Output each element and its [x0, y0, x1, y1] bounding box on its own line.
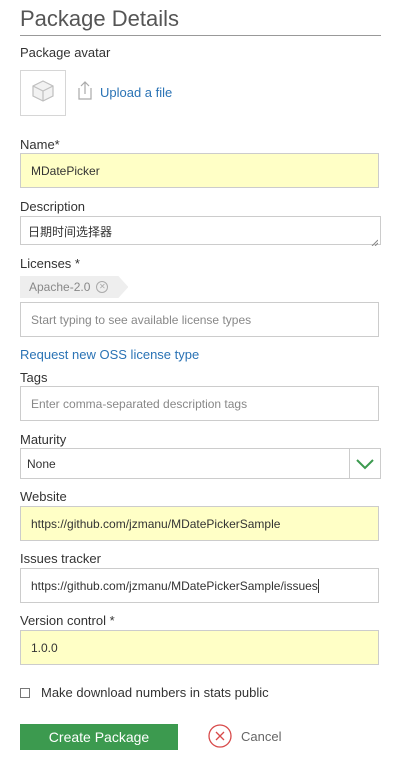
- licenses-input[interactable]: Start typing to see available license ty…: [20, 302, 379, 337]
- remove-tag-icon[interactable]: ✕: [96, 281, 108, 293]
- cancel-button[interactable]: Cancel: [208, 724, 281, 748]
- maturity-label: Maturity: [20, 432, 67, 447]
- upload-icon: [78, 80, 92, 105]
- stats-public-row[interactable]: Make download numbers in stats public: [20, 685, 269, 700]
- version-control-label: Version control *: [20, 613, 115, 628]
- description-textarea[interactable]: 日期时间选择器: [20, 216, 381, 247]
- version-control-value: 1.0.0: [31, 640, 58, 655]
- page-title: Package Details: [20, 6, 179, 31]
- title-divider: [20, 35, 381, 36]
- text-caret: [317, 578, 319, 593]
- box-icon: [30, 78, 56, 109]
- name-label: Name*: [20, 137, 60, 152]
- select-arrow[interactable]: [349, 449, 380, 478]
- tags-placeholder: Enter comma-separated description tags: [31, 396, 248, 411]
- avatar-label: Package avatar: [20, 45, 111, 60]
- website-label: Website: [20, 489, 67, 504]
- cancel-label: Cancel: [241, 728, 282, 744]
- description-label: Description: [20, 199, 86, 214]
- version-control-input[interactable]: 1.0.0: [20, 630, 379, 665]
- avatar-preview: [20, 70, 66, 116]
- tags-input[interactable]: Enter comma-separated description tags: [20, 386, 379, 421]
- license-tag-label: Apache-2.0: [29, 280, 91, 294]
- licenses-label: Licenses *: [20, 256, 80, 271]
- name-value: MDatePicker: [31, 163, 100, 178]
- maturity-select[interactable]: None: [20, 448, 381, 479]
- create-package-button[interactable]: Create Package: [20, 724, 178, 750]
- stats-public-label: Make download numbers in stats public: [41, 685, 269, 700]
- resize-grip-icon[interactable]: [371, 235, 379, 247]
- website-input[interactable]: https://github.com/jzmanu/MDatePickerSam…: [20, 506, 379, 541]
- website-value: https://github.com/jzmanu/MDatePickerSam…: [31, 516, 281, 531]
- chevron-down-icon: [356, 458, 374, 469]
- stats-public-checkbox[interactable]: [20, 687, 30, 698]
- close-circle-icon: [208, 724, 232, 748]
- name-input[interactable]: MDatePicker: [20, 153, 379, 188]
- tags-label: Tags: [20, 370, 48, 385]
- description-value: 日期时间选择器: [28, 225, 113, 239]
- license-tag: Apache-2.0 ✕: [20, 276, 128, 298]
- request-license-link[interactable]: Request new OSS license type: [20, 347, 199, 362]
- upload-file-label: Upload a file: [100, 85, 173, 100]
- maturity-selected-value: None: [27, 456, 56, 471]
- issues-label: Issues tracker: [20, 551, 101, 566]
- licenses-placeholder: Start typing to see available license ty…: [31, 312, 252, 327]
- issues-input[interactable]: https://github.com/jzmanu/MDatePickerSam…: [20, 568, 379, 603]
- issues-value: https://github.com/jzmanu/MDatePickerSam…: [31, 578, 318, 593]
- upload-file-button[interactable]: Upload a file: [78, 80, 172, 105]
